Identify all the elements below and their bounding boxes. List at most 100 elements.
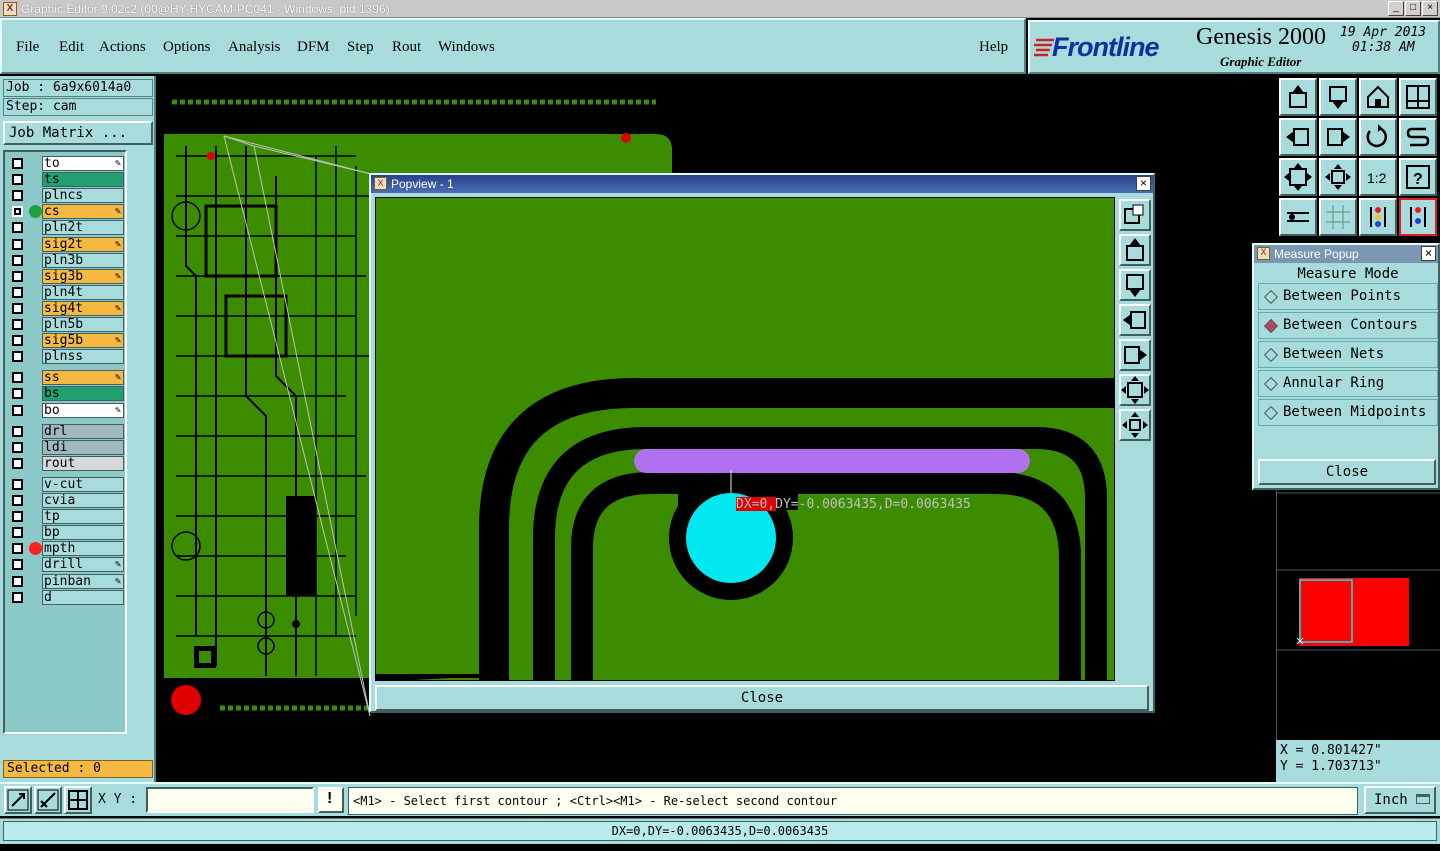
layer-name[interactable]: bs: [42, 386, 124, 402]
popview-close-icon[interactable]: ×: [1136, 176, 1151, 191]
popview-pan-left-tool[interactable]: [1119, 304, 1151, 336]
layer-checkbox[interactable]: [12, 591, 23, 603]
layer-name[interactable]: pln4t: [42, 284, 124, 300]
menu-edit[interactable]: Edit: [59, 39, 84, 56]
layer-checkbox[interactable]: [12, 335, 23, 347]
layer-row[interactable]: cvia: [7, 493, 125, 508]
layer-row[interactable]: ts: [7, 172, 125, 188]
measure-close-icon[interactable]: ×: [1421, 246, 1436, 261]
layer-checkbox[interactable]: [12, 478, 23, 490]
layer-checkbox[interactable]: [12, 511, 23, 523]
layer-row[interactable]: pln3b: [7, 252, 125, 268]
layer-row[interactable]: sig3b ✎: [7, 268, 125, 284]
layer-row[interactable]: plncs: [7, 188, 125, 204]
layer-row[interactable]: bo ✎: [7, 402, 125, 418]
snap-tool[interactable]: [1399, 118, 1437, 156]
layer-name[interactable]: bo ✎: [42, 402, 124, 418]
layer-name[interactable]: sig3b ✎: [42, 268, 124, 284]
popview-pan-right-tool[interactable]: [1119, 339, 1151, 371]
layer-row[interactable]: drl: [7, 423, 125, 439]
layer-row[interactable]: v-cut: [7, 476, 125, 492]
layer-name[interactable]: v-cut: [42, 476, 124, 492]
layer-row[interactable]: bs: [7, 386, 125, 402]
layer-row[interactable]: tp: [7, 509, 125, 525]
minimize-button[interactable]: _: [1388, 1, 1404, 16]
layer-checkbox[interactable]: [12, 575, 23, 587]
window-tool[interactable]: [1399, 78, 1437, 116]
grid-tool[interactable]: [1319, 198, 1357, 236]
layer-name[interactable]: ss ✎: [42, 370, 124, 386]
popview-zoom-center-tool[interactable]: [1119, 409, 1151, 441]
help-tool[interactable]: ?: [1399, 158, 1437, 196]
layer-name[interactable]: rout: [42, 455, 124, 471]
layer-name[interactable]: sig5b ✎: [42, 333, 124, 349]
measure-close-button[interactable]: Close: [1258, 459, 1436, 485]
layer-name[interactable]: cs ✎: [42, 204, 124, 220]
layer-row[interactable]: ss ✎: [7, 370, 125, 386]
option-between-midpoints[interactable]: Between Midpoints: [1258, 399, 1438, 426]
layer-row[interactable]: rout: [7, 455, 125, 471]
zoom-center-tool[interactable]: [1319, 158, 1357, 196]
layer-name[interactable]: ldi: [42, 439, 124, 455]
popview-pan-down-tool[interactable]: [1119, 269, 1151, 301]
layer-name[interactable]: sig2t ✎: [42, 236, 124, 252]
grid-snap-icon[interactable]: [64, 786, 92, 814]
layer-name[interactable]: bp: [42, 525, 124, 541]
option-between-points[interactable]: Between Points: [1258, 283, 1438, 310]
pan-down-tool[interactable]: [1319, 78, 1357, 116]
option-between-nets[interactable]: Between Nets: [1258, 341, 1438, 368]
zoom-fit-tool[interactable]: [1279, 158, 1317, 196]
layer-checkbox[interactable]: [12, 495, 23, 506]
menu-actions[interactable]: Actions: [99, 39, 146, 56]
menu-dfm[interactable]: DFM: [297, 39, 330, 56]
pan-right-tool[interactable]: [1319, 118, 1357, 156]
measure-tool[interactable]: [1279, 198, 1317, 236]
layer-checkbox[interactable]: [12, 190, 23, 202]
layer-checkbox[interactable]: [12, 222, 23, 234]
layer-name[interactable]: sig4t ✎: [42, 300, 124, 316]
layer-row[interactable]: mpth: [7, 541, 125, 557]
overview-map[interactable]: [1276, 490, 1440, 782]
job-matrix-button[interactable]: Job Matrix ...: [3, 121, 153, 145]
popview-canvas[interactable]: DX=0,DY=-0.0063435,D=0.0063435: [375, 197, 1115, 681]
layer-name[interactable]: pln2t: [42, 220, 124, 236]
layer-row[interactable]: drill ✎: [7, 557, 125, 573]
layer-row[interactable]: pln2t: [7, 220, 125, 236]
layer-name[interactable]: pinban ✎: [42, 573, 124, 589]
layer-checkbox[interactable]: [12, 254, 23, 266]
layer-row[interactable]: plnss: [7, 349, 125, 365]
layer-name[interactable]: mpth: [42, 541, 124, 557]
layer-checkbox[interactable]: [12, 527, 23, 539]
layer-row[interactable]: sig5b ✎: [7, 333, 125, 349]
layer-checkbox[interactable]: [12, 543, 23, 555]
layer-checkbox[interactable]: [12, 404, 23, 416]
select-mode-icon[interactable]: [4, 786, 32, 814]
menu-rout[interactable]: Rout: [392, 39, 421, 56]
xy-input[interactable]: [146, 787, 314, 813]
layer-checkbox[interactable]: [12, 559, 23, 571]
layer-checkbox[interactable]: [12, 206, 23, 218]
highlight-net-tool[interactable]: [1359, 198, 1397, 236]
layer-row[interactable]: cs ✎: [7, 204, 125, 220]
layer-row[interactable]: sig4t ✎: [7, 300, 125, 316]
layer-checkbox[interactable]: [12, 388, 23, 400]
redraw-tool[interactable]: [1359, 118, 1397, 156]
layer-row[interactable]: sig2t ✎: [7, 236, 125, 252]
layer-checkbox[interactable]: [12, 457, 23, 469]
measure-mode-icon[interactable]: [34, 786, 62, 814]
menu-help[interactable]: Help: [979, 39, 1008, 56]
layer-row[interactable]: pinban ✎: [7, 573, 125, 589]
layer-name[interactable]: drl: [42, 423, 124, 439]
layer-checkbox[interactable]: [12, 174, 23, 186]
zoom-prev-tool[interactable]: [1279, 78, 1317, 116]
option-between-contours[interactable]: Between Contours: [1258, 312, 1438, 339]
maximize-button[interactable]: □: [1405, 1, 1421, 16]
layer-name[interactable]: drill ✎: [42, 557, 124, 573]
layer-name[interactable]: pln5b: [42, 317, 124, 332]
menu-options[interactable]: Options: [163, 39, 211, 56]
layer-row[interactable]: bp: [7, 525, 125, 541]
popview-pan-up-tool[interactable]: [1119, 234, 1151, 266]
layer-checkbox[interactable]: [12, 425, 23, 437]
layer-name[interactable]: d: [42, 589, 124, 605]
layer-checkbox[interactable]: [12, 302, 23, 314]
